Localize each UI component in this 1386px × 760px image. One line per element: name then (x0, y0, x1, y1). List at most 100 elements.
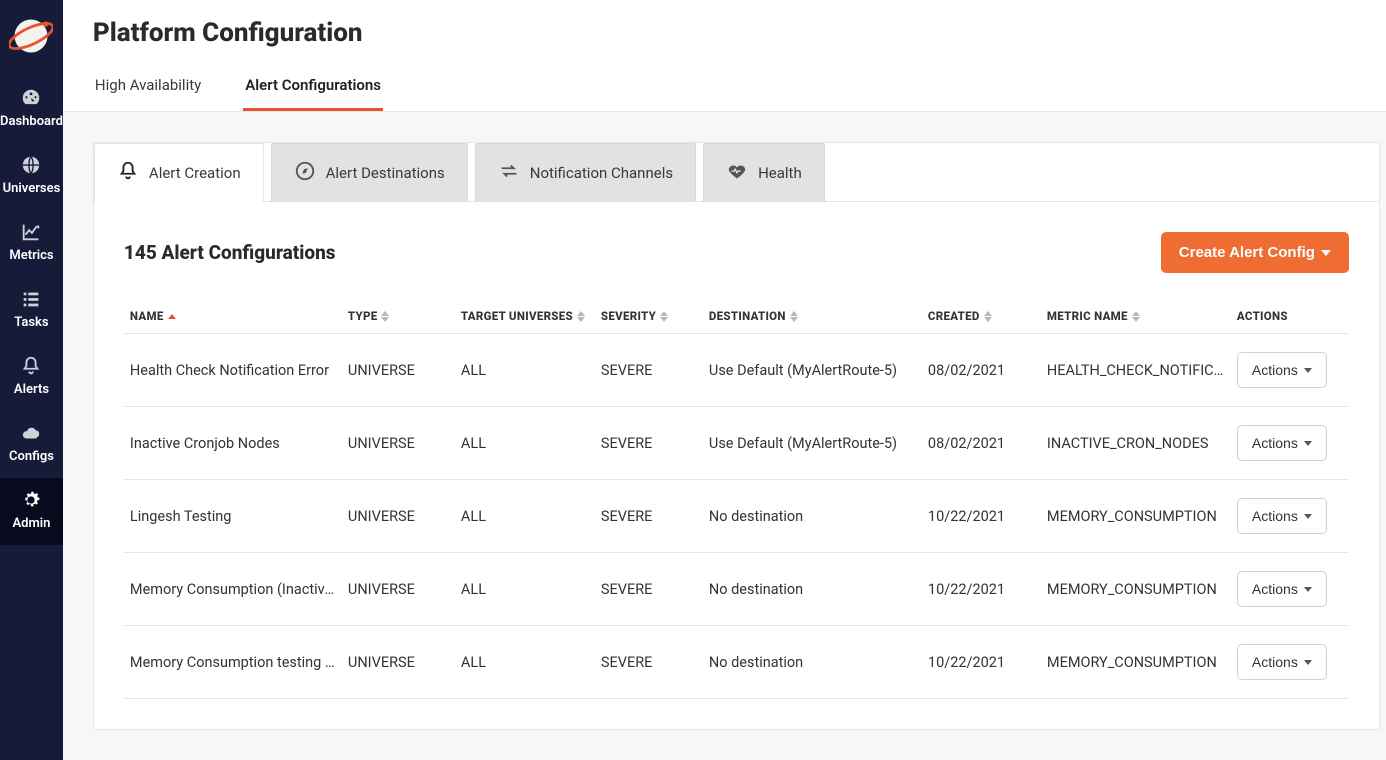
compass-icon (294, 160, 316, 186)
cell-type: UNIVERSE (342, 553, 455, 626)
cell-created: 10/22/2021 (922, 480, 1041, 553)
app-logo (7, 12, 55, 60)
globe-icon (19, 153, 43, 177)
cell-actions: Actions (1231, 553, 1349, 626)
sort-icon (381, 311, 389, 322)
button-label: Actions (1252, 654, 1298, 670)
cell-actions: Actions (1231, 407, 1349, 480)
col-name[interactable]: NAME (124, 299, 342, 334)
subtab-health[interactable]: Health (703, 143, 825, 202)
sort-icon (660, 311, 668, 322)
gauge-icon (19, 86, 43, 110)
sort-icon (984, 311, 992, 322)
cell-type: UNIVERSE (342, 334, 455, 407)
cell-type: UNIVERSE (342, 626, 455, 699)
col-type[interactable]: TYPE (342, 299, 455, 334)
bell-icon (19, 354, 43, 378)
sidebar-item-alerts[interactable]: Alerts (0, 344, 63, 411)
sidebar-item-label: Admin (0, 516, 63, 531)
sidebar-item-dashboard[interactable]: Dashboard (0, 76, 63, 143)
cloud-icon (19, 421, 43, 445)
cell-name[interactable]: Memory Consumption testing (Inactive) (124, 626, 342, 699)
cell-severity: SEVERE (595, 480, 703, 553)
heartbeat-icon (726, 160, 748, 186)
caret-down-icon (1304, 368, 1312, 373)
sort-icon (1132, 311, 1140, 322)
sub-tabs: Alert Creation Alert Destinations Notifi… (94, 143, 1379, 202)
caret-down-icon (1304, 441, 1312, 446)
col-actions: ACTIONS (1231, 299, 1349, 334)
cell-actions: Actions (1231, 480, 1349, 553)
cell-name: Lingesh Testing (124, 480, 342, 553)
cell-metric: MEMORY_CONSUMPTION (1041, 480, 1231, 553)
content-card: Alert Creation Alert Destinations Notifi… (93, 142, 1380, 730)
table-row: Memory Consumption testing (Inactive)UNI… (124, 626, 1349, 699)
caret-down-icon (1321, 250, 1331, 256)
alert-config-table: NAME TYPE TARGET UNIVERSES SEVERITY DEST… (124, 299, 1349, 699)
sidebar-item-label: Tasks (0, 315, 63, 330)
sort-icon (577, 311, 585, 322)
subtab-label: Health (758, 164, 802, 182)
caret-down-icon (1304, 514, 1312, 519)
row-actions-button[interactable]: Actions (1237, 425, 1327, 461)
cell-actions: Actions (1231, 626, 1349, 699)
table-row: Health Check Notification ErrorUNIVERSEA… (124, 334, 1349, 407)
col-metric[interactable]: METRIC NAME (1041, 299, 1231, 334)
table-row: Inactive Cronjob NodesUNIVERSEALLSEVEREU… (124, 407, 1349, 480)
cell-name: Inactive Cronjob Nodes (124, 407, 342, 480)
subtab-label: Alert Destinations (326, 164, 445, 182)
page-header: Platform Configuration High Availability… (63, 0, 1386, 112)
cell-metric: HEALTH_CHECK_NOTIFICATION_ERROR (1041, 334, 1231, 407)
subtab-label: Notification Channels (530, 164, 673, 182)
button-label: Actions (1252, 508, 1298, 524)
col-created[interactable]: CREATED (922, 299, 1041, 334)
cell-name[interactable]: Memory Consumption (Inactive) (124, 553, 342, 626)
row-actions-button[interactable]: Actions (1237, 571, 1327, 607)
subtab-alert-creation[interactable]: Alert Creation (94, 143, 264, 202)
sidebar-item-admin[interactable]: Admin (0, 478, 63, 545)
col-destination[interactable]: DESTINATION (703, 299, 922, 334)
row-actions-button[interactable]: Actions (1237, 644, 1327, 680)
tab-high-availability[interactable]: High Availability (93, 70, 203, 111)
sort-asc-icon (168, 314, 176, 319)
cell-metric: MEMORY_CONSUMPTION (1041, 553, 1231, 626)
sidebar-item-configs[interactable]: Configs (0, 411, 63, 478)
sort-icon (790, 311, 798, 322)
list-count-title: 145 Alert Configurations (124, 241, 336, 264)
cell-destination[interactable]: No destination (703, 553, 922, 626)
subtab-alert-destinations[interactable]: Alert Destinations (271, 143, 468, 202)
cell-severity: SEVERE (595, 553, 703, 626)
col-severity[interactable]: SEVERITY (595, 299, 703, 334)
cell-severity: SEVERE (595, 626, 703, 699)
cell-created: 08/02/2021 (922, 407, 1041, 480)
sidebar-item-label: Metrics (0, 248, 63, 263)
cell-created: 10/22/2021 (922, 626, 1041, 699)
row-actions-button[interactable]: Actions (1237, 498, 1327, 534)
col-target[interactable]: TARGET UNIVERSES (455, 299, 595, 334)
sidebar-item-label: Alerts (0, 382, 63, 397)
sidebar-item-metrics[interactable]: Metrics (0, 210, 63, 277)
sidebar-item-tasks[interactable]: Tasks (0, 277, 63, 344)
page-title: Platform Configuration (93, 18, 1380, 48)
table-row: Memory Consumption (Inactive)UNIVERSEALL… (124, 553, 1349, 626)
toolbar: 145 Alert Configurations Create Alert Co… (124, 232, 1349, 273)
cell-name: Health Check Notification Error (124, 334, 342, 407)
cell-destination[interactable]: No destination (703, 626, 922, 699)
cell-target: ALL (455, 334, 595, 407)
top-tabs: High Availability Alert Configurations (93, 70, 1380, 111)
sidebar-item-label: Dashboard (0, 114, 63, 129)
cell-destination[interactable]: Use Default (MyAlertRoute-5) (703, 407, 922, 480)
button-label: Actions (1252, 362, 1298, 378)
cell-destination[interactable]: Use Default (MyAlertRoute-5) (703, 334, 922, 407)
sidebar-item-universes[interactable]: Universes (0, 143, 63, 210)
row-actions-button[interactable]: Actions (1237, 352, 1327, 388)
gear-icon (19, 488, 43, 512)
tab-alert-configurations[interactable]: Alert Configurations (243, 70, 383, 111)
subtab-notification-channels[interactable]: Notification Channels (475, 143, 696, 202)
bell-icon (117, 160, 139, 186)
create-alert-config-button[interactable]: Create Alert Config (1161, 232, 1349, 273)
cell-destination[interactable]: No destination (703, 480, 922, 553)
sidebar-item-label: Configs (0, 449, 63, 464)
list-icon (19, 287, 43, 311)
cell-target: ALL (455, 407, 595, 480)
